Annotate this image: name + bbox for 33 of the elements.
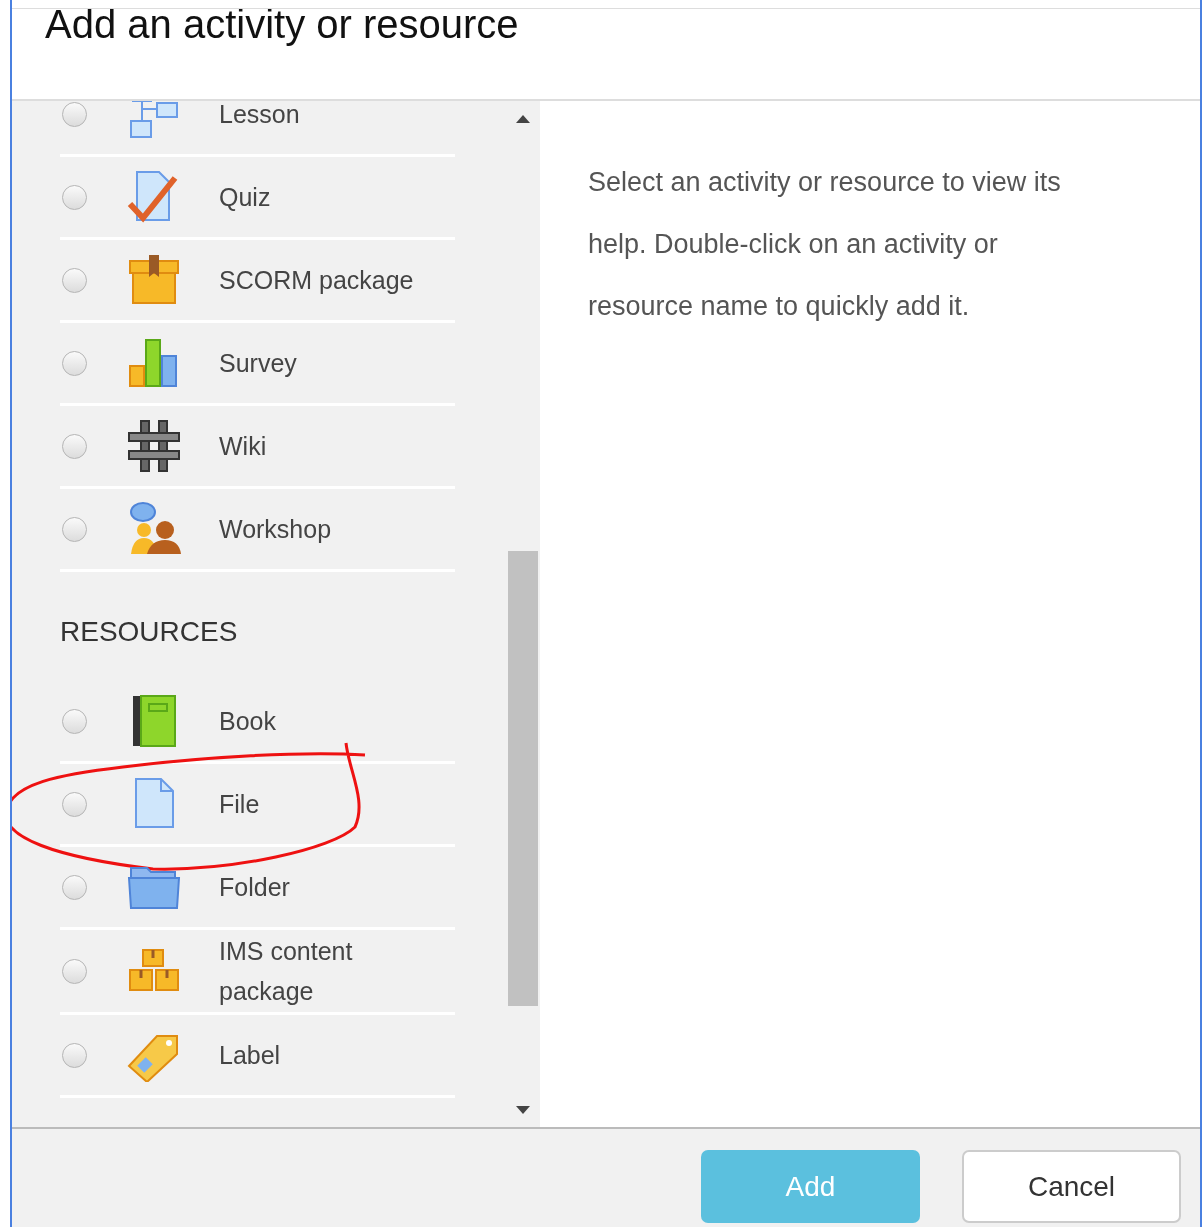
activity-label[interactable]: Workshop: [219, 508, 332, 550]
radio-button[interactable]: [62, 791, 87, 817]
activity-label[interactable]: Wiki: [219, 425, 267, 467]
radio-button[interactable]: [62, 184, 87, 210]
dialog-title: Add an activity or resource: [45, 9, 519, 44]
help-text: Select an activity or resource to view its help. Double-click on an activity or resource name to quickly add it.: [588, 166, 1062, 323]
box-icon: [127, 253, 181, 307]
section-heading: RESOURCES: [60, 616, 238, 647]
radio-button[interactable]: [62, 708, 87, 734]
activity-label[interactable]: Label: [219, 1034, 281, 1076]
radio-button[interactable]: [62, 101, 87, 127]
activity-label[interactable]: Book: [219, 700, 276, 742]
people-icon: [127, 502, 181, 556]
scrollbar-thumb[interactable]: [508, 551, 538, 1006]
radio-button[interactable]: [62, 516, 87, 542]
activity-label[interactable]: Quiz: [219, 176, 271, 218]
activity-label[interactable]: SCORM package: [219, 259, 414, 301]
radio-button[interactable]: [62, 267, 87, 293]
radio-button[interactable]: [62, 874, 87, 900]
scroll-up-arrow[interactable]: [515, 114, 531, 124]
flowchart-icon: [127, 101, 181, 141]
radio-button[interactable]: [62, 1042, 87, 1068]
activity-label[interactable]: Survey: [219, 342, 297, 384]
radio-button[interactable]: [62, 350, 87, 376]
puzzle-icon: [127, 419, 181, 473]
scroll-down-arrow[interactable]: [515, 1105, 531, 1115]
cancel-button[interactable]: Cancel: [962, 1150, 1181, 1223]
activity-label[interactable]: Lesson: [219, 101, 300, 135]
radio-button[interactable]: [62, 433, 87, 459]
radio-button[interactable]: [62, 958, 87, 984]
activity-label[interactable]: File: [219, 783, 260, 825]
activity-label[interactable]: Folder: [219, 866, 290, 908]
activity-label[interactable]: IMS content package: [219, 930, 425, 1012]
